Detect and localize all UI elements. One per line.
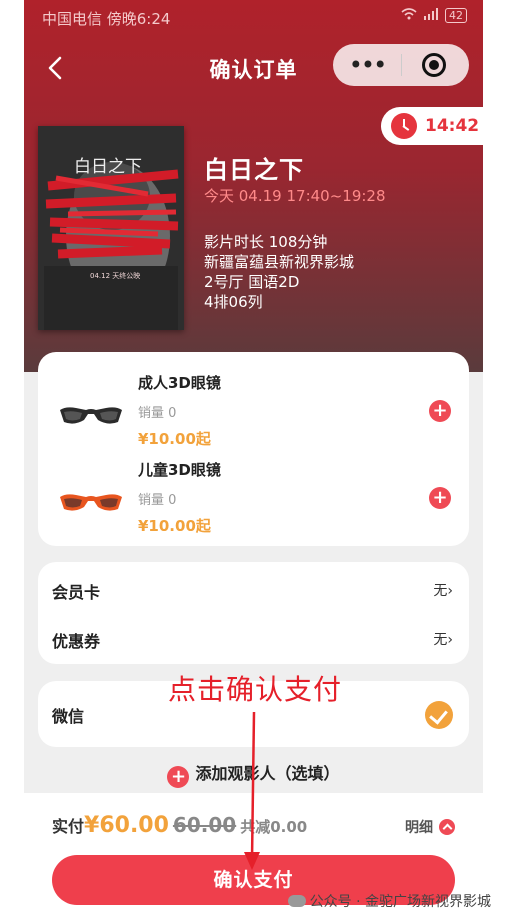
status-icons: 42 bbox=[401, 8, 467, 23]
addon-sales: 销量 0 bbox=[138, 493, 177, 508]
capsule-divider bbox=[401, 54, 402, 76]
countdown-value: 14:42 bbox=[425, 116, 480, 136]
poster-title: 白日之下 bbox=[74, 157, 142, 177]
payment-method-label: 微信 bbox=[52, 707, 85, 726]
chevron-up-icon bbox=[439, 819, 455, 835]
addon-item-adult-glasses: 成人3D眼镜 销量 0 ¥10.00起 + bbox=[38, 366, 469, 454]
wechat-icon bbox=[287, 895, 306, 907]
addon-price: ¥10.00起 bbox=[138, 430, 211, 448]
add-child-glasses-button[interactable]: + bbox=[429, 487, 451, 509]
discount-card: 会员卡 无› 优惠券 无› bbox=[38, 562, 469, 664]
original-price: 60.00 bbox=[172, 813, 237, 837]
duration: 影片时长 108分钟 bbox=[204, 233, 328, 251]
signal-icon bbox=[423, 8, 439, 23]
total-summary: 实付¥60.00 60.00 共减0.00 bbox=[52, 813, 307, 838]
close-miniprogram-button[interactable] bbox=[422, 53, 446, 77]
watermark-text: 公众号 · 金驼广场新视界影城 bbox=[309, 894, 491, 910]
poster-date: 04.12 天终公映 bbox=[90, 271, 140, 280]
chevron-right-icon: › bbox=[447, 632, 453, 648]
showtime: 今天 04.19 17:40~19:28 bbox=[204, 187, 386, 205]
clock-icon bbox=[391, 113, 417, 139]
nav-bar: 确认订单 ••• bbox=[24, 42, 483, 92]
tutorial-annotation: 点击确认支付 bbox=[168, 673, 343, 706]
addon-name: 儿童3D眼镜 bbox=[138, 461, 221, 479]
battery-icon: 42 bbox=[445, 8, 467, 23]
addon-sales: 销量 0 bbox=[138, 406, 177, 421]
addon-name: 成人3D眼镜 bbox=[138, 374, 221, 392]
wifi-icon bbox=[401, 8, 417, 23]
member-card-value: 无› bbox=[433, 583, 453, 599]
member-card-label: 会员卡 bbox=[52, 583, 101, 602]
movie-poster: 白日之下 04.12 天终公映 bbox=[38, 126, 184, 330]
paid-label: 实付 bbox=[52, 817, 85, 836]
seat-info: 4排06列 bbox=[204, 293, 263, 311]
addon-item-child-glasses: 儿童3D眼镜 销量 0 ¥10.00起 + bbox=[38, 453, 469, 541]
more-menu-button[interactable]: ••• bbox=[347, 48, 387, 82]
glasses-icon bbox=[60, 494, 122, 511]
cinema-name: 新疆富蕴县新视界影城 bbox=[204, 253, 355, 271]
arrow-down-icon bbox=[244, 712, 260, 870]
plus-icon: + bbox=[167, 766, 190, 788]
status-bar: 中国电信 傍晚6:24 42 bbox=[42, 8, 467, 30]
paid-amount: ¥60.00 bbox=[84, 813, 169, 838]
hall-info: 2号厅 国语2D bbox=[204, 273, 300, 291]
addon-price: ¥10.00起 bbox=[138, 517, 211, 535]
chevron-right-icon: › bbox=[447, 583, 453, 599]
price-detail-toggle[interactable]: 明细 bbox=[405, 817, 455, 837]
watermark: 公众号 · 金驼广场新视界影城 bbox=[287, 891, 491, 911]
order-header: 中国电信 傍晚6:24 42 确认订单 ••• 14:42 白日之下 04.12… bbox=[24, 0, 483, 372]
glasses-icon bbox=[60, 407, 122, 424]
carrier-time: 中国电信 傍晚6:24 bbox=[42, 10, 171, 28]
addon-card: 成人3D眼镜 销量 0 ¥10.00起 + 儿童3D眼镜 销量 0 ¥10.00… bbox=[38, 352, 469, 546]
detail-label: 明细 bbox=[405, 820, 433, 836]
coupon-label: 优惠券 bbox=[52, 632, 101, 651]
coupon-value: 无› bbox=[433, 632, 453, 648]
miniprogram-capsule: ••• bbox=[333, 44, 469, 86]
countdown-timer: 14:42 bbox=[381, 107, 483, 145]
check-icon bbox=[425, 701, 453, 729]
movie-name: 白日之下 bbox=[204, 156, 304, 184]
movie-info: 影片时长 108分钟 新疆富蕴县新视界影城 2号厅 国语2D 4排06列 bbox=[204, 232, 354, 312]
add-adult-glasses-button[interactable]: + bbox=[429, 400, 451, 422]
